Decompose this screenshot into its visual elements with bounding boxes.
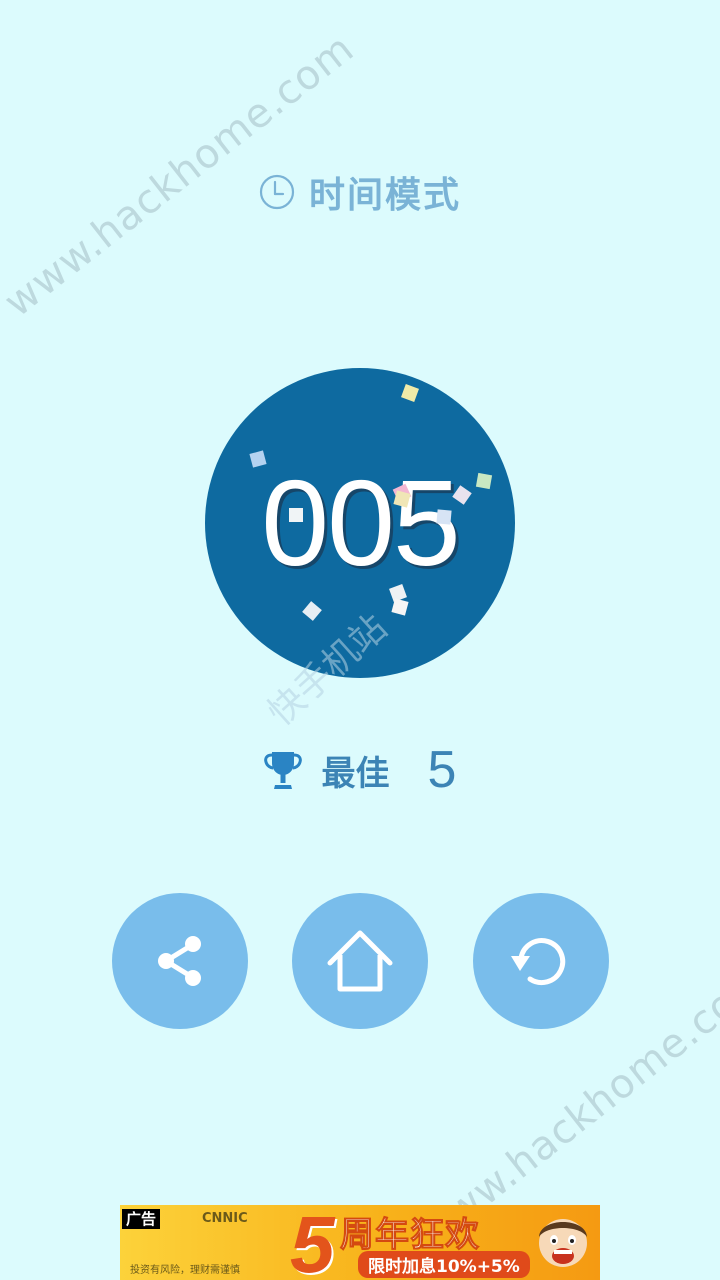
best-score: 最佳 5 [0, 740, 720, 800]
score-value: 005 [261, 455, 461, 591]
home-button[interactable] [292, 893, 428, 1029]
best-label: 最佳 [321, 753, 390, 794]
clock-icon [259, 174, 295, 210]
ad-number: 5 [290, 1205, 335, 1280]
best-value: 5 [427, 741, 457, 799]
mode-title: 时间模式 [308, 175, 461, 216]
ad-brand: CNNIC [202, 1211, 248, 1226]
mascot-icon [530, 1207, 596, 1280]
ad-tag: 广告 [122, 1209, 161, 1229]
ad-banner[interactable]: 广告 CNNIC 5 周年狂欢 限时加息10%+5% 投资有风险，理财需谨慎 [120, 1205, 600, 1280]
share-icon [150, 931, 210, 991]
ad-small-text: 投资有风险，理财需谨慎 [130, 1265, 240, 1276]
confetti-piece [475, 472, 493, 490]
mode-header: 时间模式 [0, 166, 720, 218]
share-button[interactable] [112, 893, 248, 1029]
ad-headline: 周年狂欢 [340, 1215, 480, 1256]
score-circle: 005 [205, 368, 515, 678]
confetti-piece [289, 508, 303, 522]
restart-icon [508, 928, 574, 994]
confetti-piece [436, 509, 452, 525]
trophy-icon [263, 749, 322, 791]
home-icon [324, 925, 396, 997]
ad-subline: 限时加息10%+5% [358, 1251, 530, 1278]
restart-button[interactable] [473, 893, 609, 1029]
